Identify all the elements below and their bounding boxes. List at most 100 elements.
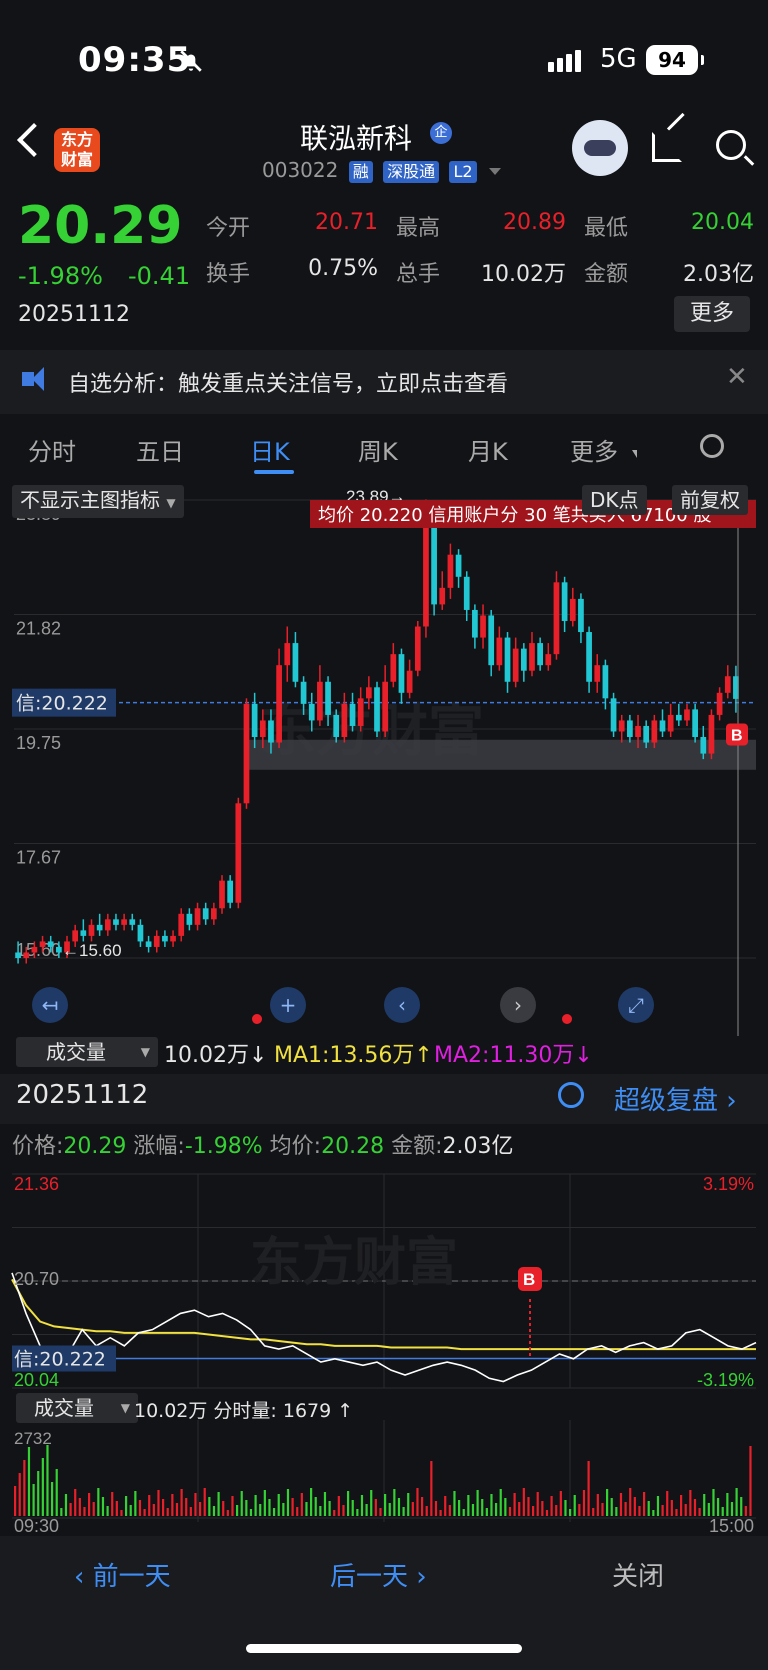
candle-body bbox=[667, 714, 674, 732]
scroll-right-icon[interactable]: › bbox=[500, 987, 536, 1023]
volume-bar bbox=[189, 1507, 192, 1516]
volume-bar bbox=[471, 1504, 475, 1516]
buy-marker: B bbox=[523, 1270, 535, 1289]
volume-bar bbox=[643, 1492, 646, 1516]
volume-bar bbox=[125, 1496, 128, 1516]
volume-bar bbox=[374, 1499, 377, 1516]
tab-five-day[interactable]: 五日 bbox=[136, 432, 184, 467]
back-arrow-icon[interactable] bbox=[17, 123, 51, 157]
volume-bar bbox=[522, 1488, 525, 1516]
volume-bar bbox=[698, 1508, 701, 1516]
volume-bar bbox=[615, 1507, 618, 1516]
robot-assistant-icon[interactable] bbox=[572, 120, 628, 176]
candle-body bbox=[635, 725, 641, 738]
volume-bar bbox=[166, 1508, 169, 1516]
app-logo[interactable]: 东方 财富 bbox=[54, 128, 100, 172]
stock-code: 003022 bbox=[262, 158, 339, 182]
change-percent: -1.98% bbox=[18, 262, 103, 290]
volume-bar bbox=[106, 1506, 109, 1516]
red-dot-indicator-2 bbox=[562, 1014, 572, 1024]
candle-body bbox=[202, 908, 209, 920]
volume-bar bbox=[481, 1499, 484, 1516]
volume-bar bbox=[148, 1495, 151, 1516]
zoom-in-icon[interactable]: + bbox=[270, 987, 306, 1023]
speaker-icon bbox=[22, 367, 44, 391]
candle-body bbox=[72, 930, 79, 942]
candle-body bbox=[357, 698, 364, 726]
bell-off-icon bbox=[180, 50, 202, 72]
volume-bar bbox=[32, 1484, 35, 1516]
quote-date: 20251112 bbox=[18, 302, 130, 327]
gear-icon[interactable] bbox=[700, 434, 724, 458]
candle-body bbox=[627, 720, 633, 738]
close-icon[interactable]: ✕ bbox=[726, 362, 748, 392]
adjust-toggle[interactable]: 前复权 bbox=[672, 485, 748, 515]
volume-bar bbox=[689, 1490, 692, 1516]
prev-day-button[interactable]: ‹ 前一天 bbox=[74, 1556, 171, 1593]
stock-code-row[interactable]: 003022 融 深股通 L2 bbox=[262, 158, 501, 183]
super-replay-link[interactable]: 超级复盘 › bbox=[614, 1080, 737, 1117]
volume-bar bbox=[536, 1492, 539, 1516]
candle-body bbox=[333, 714, 340, 738]
intraday-info-row: 价格:20.29 涨幅:-1.98% 均价:20.28 金额:2.03亿 bbox=[12, 1128, 513, 1160]
volume-bar bbox=[675, 1509, 678, 1516]
volume-bar bbox=[41, 1458, 44, 1516]
chevron-down-icon bbox=[488, 168, 501, 175]
candle-body bbox=[39, 941, 46, 947]
amount-value: 2.03亿 bbox=[683, 262, 754, 287]
dk-point-toggle[interactable]: DK点 bbox=[582, 485, 647, 515]
search-icon[interactable] bbox=[716, 130, 746, 160]
indicator-select[interactable]: 不显示主图指标 ▼ bbox=[12, 485, 184, 518]
scroll-left-icon[interactable]: ‹ bbox=[384, 987, 420, 1023]
volume-bar bbox=[254, 1495, 257, 1516]
avg-label: 均价: bbox=[269, 1134, 322, 1159]
volume-bar bbox=[504, 1498, 507, 1516]
history-icon[interactable] bbox=[558, 1082, 584, 1108]
candle-body bbox=[104, 919, 111, 931]
volume-bar bbox=[212, 1506, 216, 1516]
volume-bar bbox=[282, 1503, 285, 1516]
volume-bar bbox=[444, 1496, 447, 1516]
candle-body bbox=[390, 654, 397, 682]
chevron-right-icon: › bbox=[408, 1562, 427, 1592]
volume-value: 10.02万↓ bbox=[164, 1043, 268, 1068]
tab-daily-k[interactable]: 日K bbox=[250, 432, 290, 467]
fullscreen-icon[interactable]: ⤢ bbox=[618, 987, 654, 1023]
turnover-value: 0.75% bbox=[308, 256, 378, 281]
share-icon[interactable] bbox=[652, 132, 682, 162]
tab-more[interactable]: 更多 bbox=[570, 432, 618, 467]
next-day-button[interactable]: 后一天 › bbox=[330, 1556, 427, 1593]
price-value: 20.29 bbox=[63, 1134, 127, 1159]
volume-bar bbox=[194, 1493, 197, 1516]
banner-text[interactable]: 自选分析：触发重点关注信号，立即点击查看 bbox=[68, 366, 508, 398]
volume-bar bbox=[231, 1496, 234, 1516]
close-button[interactable]: 关闭 bbox=[612, 1556, 664, 1593]
volume-bar bbox=[92, 1502, 95, 1516]
volume-bar bbox=[666, 1491, 669, 1516]
kline-chart[interactable]: 23.8921.8219.7517.6715.60东方财富23.89→←15.6… bbox=[0, 480, 768, 1036]
watermark: 东方财富 bbox=[250, 1233, 458, 1293]
more-button[interactable]: 更多 bbox=[674, 296, 750, 332]
candle-body bbox=[488, 615, 495, 666]
tab-weekly-k[interactable]: 周K bbox=[358, 432, 398, 467]
volume-bar bbox=[652, 1510, 655, 1516]
reset-icon[interactable]: ↤ bbox=[32, 987, 68, 1023]
candle-body bbox=[113, 919, 119, 925]
volume-bar bbox=[458, 1500, 461, 1516]
volume-select[interactable]: 成交量 ▼ bbox=[16, 1037, 158, 1067]
tab-monthly-k[interactable]: 月K bbox=[468, 432, 508, 467]
share-arrow-icon bbox=[666, 112, 685, 131]
volume-bar bbox=[740, 1497, 743, 1516]
volume-bar bbox=[693, 1499, 697, 1516]
amount-label: 金额 bbox=[584, 262, 629, 287]
intraday-volume-select[interactable]: 成交量 ▼ bbox=[16, 1393, 138, 1423]
candle-body bbox=[243, 703, 250, 804]
y-bot-label: 20.04 bbox=[14, 1370, 59, 1390]
qi-badge: 企 bbox=[430, 122, 452, 144]
volume-bar bbox=[610, 1498, 613, 1516]
volume-bar bbox=[74, 1489, 77, 1516]
dropdown-icon: ▼ bbox=[166, 496, 176, 510]
intraday-chart[interactable]: 东方财富 21.36 20.70 20.04 3.19% -3.19% 信:20.222 B 2… bbox=[0, 1160, 768, 1536]
volume-bar bbox=[46, 1445, 49, 1516]
tab-intraday[interactable]: 分时 bbox=[28, 432, 76, 467]
